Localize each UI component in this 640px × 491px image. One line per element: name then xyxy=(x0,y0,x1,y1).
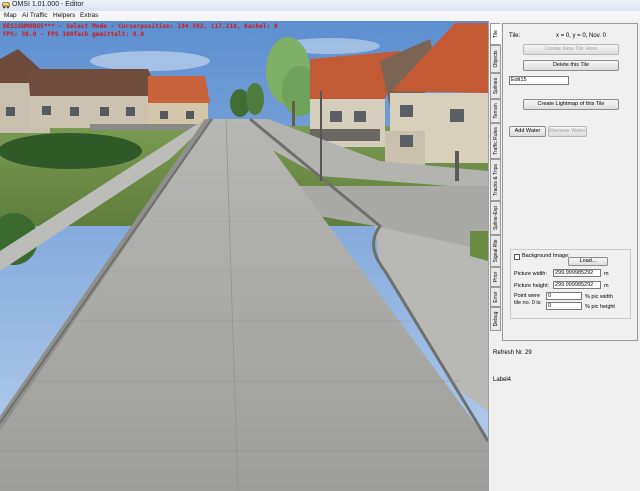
menu-ai-traffic[interactable]: AI Traffic xyxy=(22,12,48,19)
picture-width-label: Picture width: xyxy=(514,271,548,277)
tab-debug[interactable]: Debug xyxy=(490,307,501,331)
tile-label: Tile: xyxy=(509,33,521,39)
tab-splines[interactable]: Splines xyxy=(490,73,501,99)
background-image-label: Background Image: xyxy=(522,253,570,259)
point-x-unit: % pic width xyxy=(585,294,613,300)
window-title: OMSI 1.01.000 - Editor xyxy=(12,1,84,8)
picture-height-unit: m xyxy=(604,283,609,289)
tab-terrain[interactable]: Terrain xyxy=(490,99,501,123)
point-y-input[interactable]: 0 xyxy=(546,302,582,310)
load-image-button[interactable]: Load... xyxy=(568,257,608,266)
hud-status-line: DESIGNMODUS*** - Select Mode - Cursorpos… xyxy=(3,23,278,30)
3d-viewport[interactable]: DESIGNMODUS*** - Select Mode - Cursorpos… xyxy=(0,21,488,491)
tab-tile[interactable]: Tile xyxy=(490,23,501,45)
picture-width-unit: m xyxy=(604,271,609,277)
tab-error[interactable]: Error xyxy=(490,287,501,307)
label4: Label4 xyxy=(493,377,512,383)
point-label-line1: Point were xyxy=(514,293,540,299)
street-scene xyxy=(0,21,488,491)
delete-tile-button[interactable]: Delete this Tile xyxy=(523,60,619,71)
picture-height-label: Picture height: xyxy=(514,283,550,289)
point-y-unit: % pic height xyxy=(585,304,615,310)
refresh-counter: Refresh Nr. 29 xyxy=(493,350,532,356)
point-label-line2: tile no. 0 is: xyxy=(514,300,542,306)
picture-height-input[interactable]: 299.999985292 xyxy=(553,281,601,289)
hud-fps-line: FPS: 30.0 - FPS 100fach gemittelt: 0.0 xyxy=(3,31,145,38)
remove-water-button[interactable]: Remove Water xyxy=(548,126,587,137)
point-x-input[interactable]: 0 xyxy=(546,292,582,300)
menu-helpers[interactable]: Helpers xyxy=(53,12,75,19)
tab-spline-exp[interactable]: Spline-Exp xyxy=(490,201,501,235)
editor-panel: Tile Objects Splines Terrain Traffic Rul… xyxy=(488,21,640,491)
add-water-button[interactable]: Add Water xyxy=(509,126,546,137)
omsi-bus-icon xyxy=(2,2,10,9)
tile-tab-content: Tile: x = 0, y = 0, Nov. 0 Create New Ti… xyxy=(502,23,638,341)
create-new-tile-button[interactable]: Create New Tile Here xyxy=(523,44,619,55)
tile-name-field[interactable]: Edit15 xyxy=(509,76,569,85)
tile-coords: x = 0, y = 0, Nov. 0 xyxy=(556,33,606,39)
tab-tracks-trips[interactable]: Tracks & Trips xyxy=(490,159,501,201)
create-lightmap-button[interactable]: Create Lightmap of this Tile xyxy=(523,99,619,110)
menu-extras[interactable]: Extras xyxy=(80,12,98,19)
background-image-checkbox[interactable] xyxy=(514,254,520,260)
tab-signal-rte[interactable]: Signal Rte xyxy=(490,235,501,267)
tab-prior[interactable]: Prior xyxy=(490,267,501,287)
tab-objects[interactable]: Objects xyxy=(490,45,501,73)
background-image-group: Background Image: Load... Picture width:… xyxy=(510,249,631,319)
vertical-tab-strip: Tile Objects Splines Terrain Traffic Rul… xyxy=(490,23,502,343)
picture-width-input[interactable]: 299.999985292 xyxy=(553,269,601,277)
tab-traffic-rules[interactable]: Traffic Rules xyxy=(490,123,501,159)
menu-map[interactable]: Map xyxy=(4,12,17,19)
